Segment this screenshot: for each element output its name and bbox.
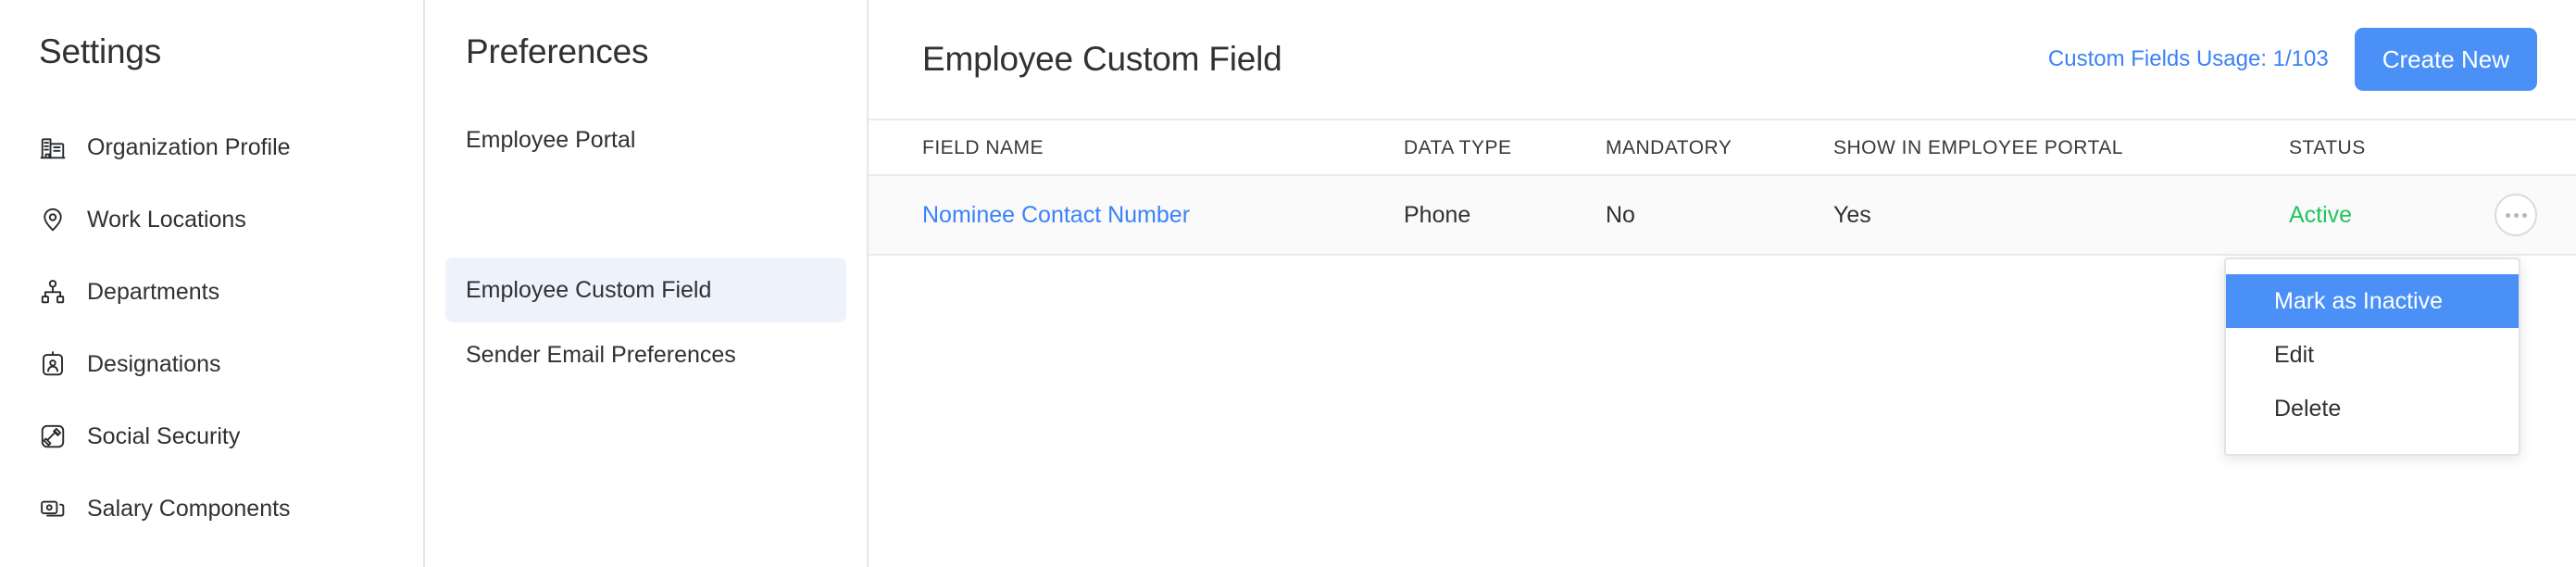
preferences-item-employee-portal[interactable]: Employee Portal [445, 107, 846, 172]
sidebar-item-label: Designations [87, 353, 221, 376]
cell-mandatory: No [1606, 204, 1833, 227]
header-actions: Custom Fields Usage: 1/103 Create New [2048, 28, 2537, 91]
sidebar-item-organization-profile[interactable]: Organization Profile [0, 111, 423, 183]
table-row[interactable]: Nominee Contact Number Phone No Yes Acti… [869, 176, 2576, 256]
sidebar-item-social-security[interactable]: Social Security [0, 400, 423, 472]
cell-field-name: Nominee Contact Number [922, 204, 1404, 227]
custom-fields-table: FIELD NAME DATA TYPE MANDATORY SHOW IN E… [869, 119, 2576, 256]
settings-sidebar: Settings Organization Profile [0, 0, 425, 567]
sidebar-item-salary-components[interactable]: Salary Components [0, 472, 423, 545]
sidebar-item-label: Departments [87, 281, 219, 304]
preferences-sidebar: Preferences Employee Portal Employee Cus… [425, 0, 869, 567]
preferences-heading: Preferences [425, 32, 867, 72]
create-new-button[interactable]: Create New [2355, 28, 2537, 91]
sidebar-item-label: Social Security [87, 425, 240, 448]
preferences-item-employee-custom-field[interactable]: Employee Custom Field [445, 258, 846, 322]
column-header-data-type: DATA TYPE [1404, 138, 1606, 158]
context-menu-item-delete[interactable]: Delete [2226, 382, 2519, 435]
id-badge-icon [39, 350, 67, 378]
preferences-item-label: Employee Portal [466, 129, 635, 152]
dot [2506, 213, 2510, 218]
custom-fields-usage-link[interactable]: Custom Fields Usage: 1/103 [2048, 48, 2329, 70]
settings-page: Settings Organization Profile [0, 0, 2576, 567]
settings-heading: Settings [0, 32, 423, 72]
status-badge: Active [2289, 204, 2454, 227]
cell-row-actions [2454, 194, 2537, 236]
column-header-status: STATUS [2289, 138, 2454, 158]
org-chart-icon [39, 278, 67, 306]
sidebar-item-label: Organization Profile [87, 136, 291, 159]
page-title: Employee Custom Field [922, 39, 1282, 80]
context-menu-item-mark-as-inactive[interactable]: Mark as Inactive [2226, 274, 2519, 328]
row-context-menu: Mark as Inactive Edit Delete [2224, 258, 2520, 456]
column-header-mandatory: MANDATORY [1606, 138, 1833, 158]
preferences-list: Employee Portal Employee Custom Field Se… [425, 107, 867, 387]
gavel-icon [39, 422, 67, 450]
context-menu-item-edit[interactable]: Edit [2226, 328, 2519, 382]
field-name-link[interactable]: Nominee Contact Number [922, 202, 1190, 228]
cell-show-in-portal: Yes [1833, 204, 2289, 227]
status-text: Active [2289, 202, 2352, 228]
sidebar-item-label: Salary Components [87, 498, 291, 521]
cards-icon [39, 495, 67, 523]
sidebar-item-work-locations[interactable]: Work Locations [0, 183, 423, 256]
table-header-row: FIELD NAME DATA TYPE MANDATORY SHOW IN E… [869, 119, 2576, 176]
dot [2514, 213, 2519, 218]
sidebar-item-designations[interactable]: Designations [0, 328, 423, 400]
column-header-field-name: FIELD NAME [922, 138, 1404, 158]
building-icon [39, 133, 67, 161]
column-header-show-in-portal: SHOW IN EMPLOYEE PORTAL [1833, 138, 2289, 158]
preferences-item-sender-email-preferences[interactable]: Sender Email Preferences [445, 322, 846, 387]
preferences-item-label: Employee Custom Field [466, 279, 711, 302]
dot [2522, 213, 2527, 218]
main-header: Employee Custom Field Custom Fields Usag… [869, 0, 2576, 119]
preferences-item-label: Sender Email Preferences [466, 344, 736, 367]
settings-nav: Organization Profile Work Locations [0, 111, 423, 545]
sidebar-item-departments[interactable]: Departments [0, 256, 423, 328]
cell-data-type: Phone [1404, 204, 1606, 227]
sidebar-item-label: Work Locations [87, 208, 246, 232]
row-actions-ellipsis-icon[interactable] [2495, 194, 2537, 236]
map-pin-icon [39, 206, 67, 233]
